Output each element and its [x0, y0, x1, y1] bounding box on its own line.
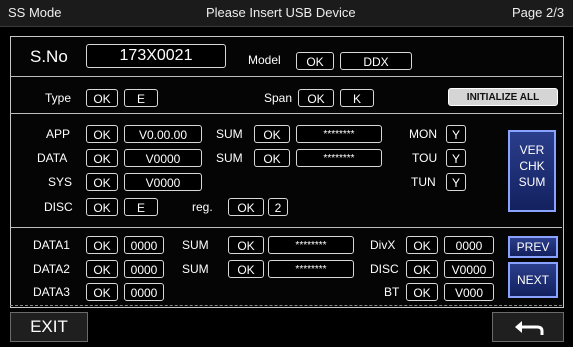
type-status: OK	[86, 89, 118, 107]
sum-label: SUM	[216, 127, 243, 141]
span-status: OK	[298, 89, 334, 107]
page-indicator: Page 2/3	[512, 5, 565, 20]
bt-status: OK	[406, 283, 438, 301]
sys-version: V0000	[124, 173, 202, 191]
sum-status: OK	[254, 125, 290, 143]
tun-label: TUN	[411, 175, 436, 189]
data2-label: DATA2	[33, 262, 70, 276]
data2-sum-value: ********	[268, 260, 354, 278]
disc-value: E	[124, 198, 158, 216]
disc-label: DISC	[370, 262, 399, 276]
top-bar: SS Mode Please Insert USB Device Page 2/…	[0, 0, 573, 27]
data3-status: OK	[86, 283, 118, 301]
ver-chk-sum-button[interactable]: VER CHK SUM	[508, 130, 556, 212]
sys-label: SYS	[48, 175, 73, 189]
disc-label: DISC	[44, 200, 73, 214]
bt-value: V000	[444, 283, 494, 301]
sum-status: OK	[254, 149, 290, 167]
next-button[interactable]: NEXT	[508, 262, 558, 298]
bt-label: BT	[384, 285, 400, 299]
back-button[interactable]	[492, 312, 564, 342]
reg-status: OK	[228, 198, 264, 216]
sum-value: ********	[296, 125, 382, 143]
model-value: DDX	[340, 52, 412, 70]
data1-sum-value: ********	[268, 236, 354, 254]
app-status: OK	[86, 125, 118, 143]
data3-label: DATA3	[33, 285, 70, 299]
span-value: K	[340, 89, 374, 107]
app-label: APP	[46, 127, 71, 141]
prev-button[interactable]: PREV	[508, 236, 558, 258]
ver-chk-sum-line: SUM	[518, 175, 546, 189]
separator	[10, 305, 562, 306]
mon-value: Y	[446, 125, 466, 143]
sum-value: ********	[296, 149, 382, 167]
status-message: Please Insert USB Device	[206, 5, 356, 20]
sys-status: OK	[86, 173, 118, 191]
reg-value: 2	[268, 198, 288, 216]
data3-value: 0000	[124, 283, 164, 301]
data2-value: 0000	[124, 260, 164, 278]
sum-label: SUM	[216, 151, 243, 165]
divx-status: OK	[406, 236, 438, 254]
ver-chk-sum-line: VER	[519, 143, 545, 157]
data1-sum-status: OK	[228, 236, 264, 254]
tun-value: Y	[446, 173, 466, 191]
divx-label: DivX	[370, 238, 396, 252]
initialize-all-button[interactable]: INITIALIZE ALL	[448, 88, 558, 106]
reg-label: reg.	[192, 200, 213, 214]
ver-chk-sum-line: CHK	[519, 159, 545, 173]
type-label: Type	[45, 91, 72, 105]
span-label: Span	[264, 91, 293, 105]
return-arrow-icon	[515, 321, 544, 335]
data2-sum-label: SUM	[182, 262, 209, 276]
disc-status: OK	[406, 260, 438, 278]
disc-status: OK	[86, 198, 118, 216]
data2-status: OK	[86, 260, 118, 278]
data-label: DATA	[37, 151, 68, 165]
separator	[10, 76, 562, 77]
serial-number-value: 173X0021	[86, 44, 226, 68]
data-version: V0000	[124, 149, 202, 167]
serial-number-label: S.No	[30, 47, 68, 66]
data1-sum-label: SUM	[182, 238, 209, 252]
data1-label: DATA1	[33, 238, 70, 252]
data2-sum-status: OK	[228, 260, 264, 278]
model-label: Model	[248, 53, 281, 67]
type-value: E	[124, 89, 158, 107]
tou-value: Y	[446, 149, 466, 167]
model-status: OK	[296, 52, 334, 70]
mode-title: SS Mode	[8, 5, 62, 20]
data1-value: 0000	[124, 236, 164, 254]
mon-label: MON	[409, 127, 437, 141]
disc-value: V0000	[444, 260, 494, 278]
app-version: V0.00.00	[124, 125, 202, 143]
separator	[10, 113, 562, 114]
divx-value: 0000	[444, 236, 494, 254]
separator	[10, 227, 562, 228]
data-status: OK	[86, 149, 118, 167]
data1-status: OK	[86, 236, 118, 254]
exit-button[interactable]: EXIT	[10, 312, 88, 342]
tou-label: TOU	[412, 151, 438, 165]
